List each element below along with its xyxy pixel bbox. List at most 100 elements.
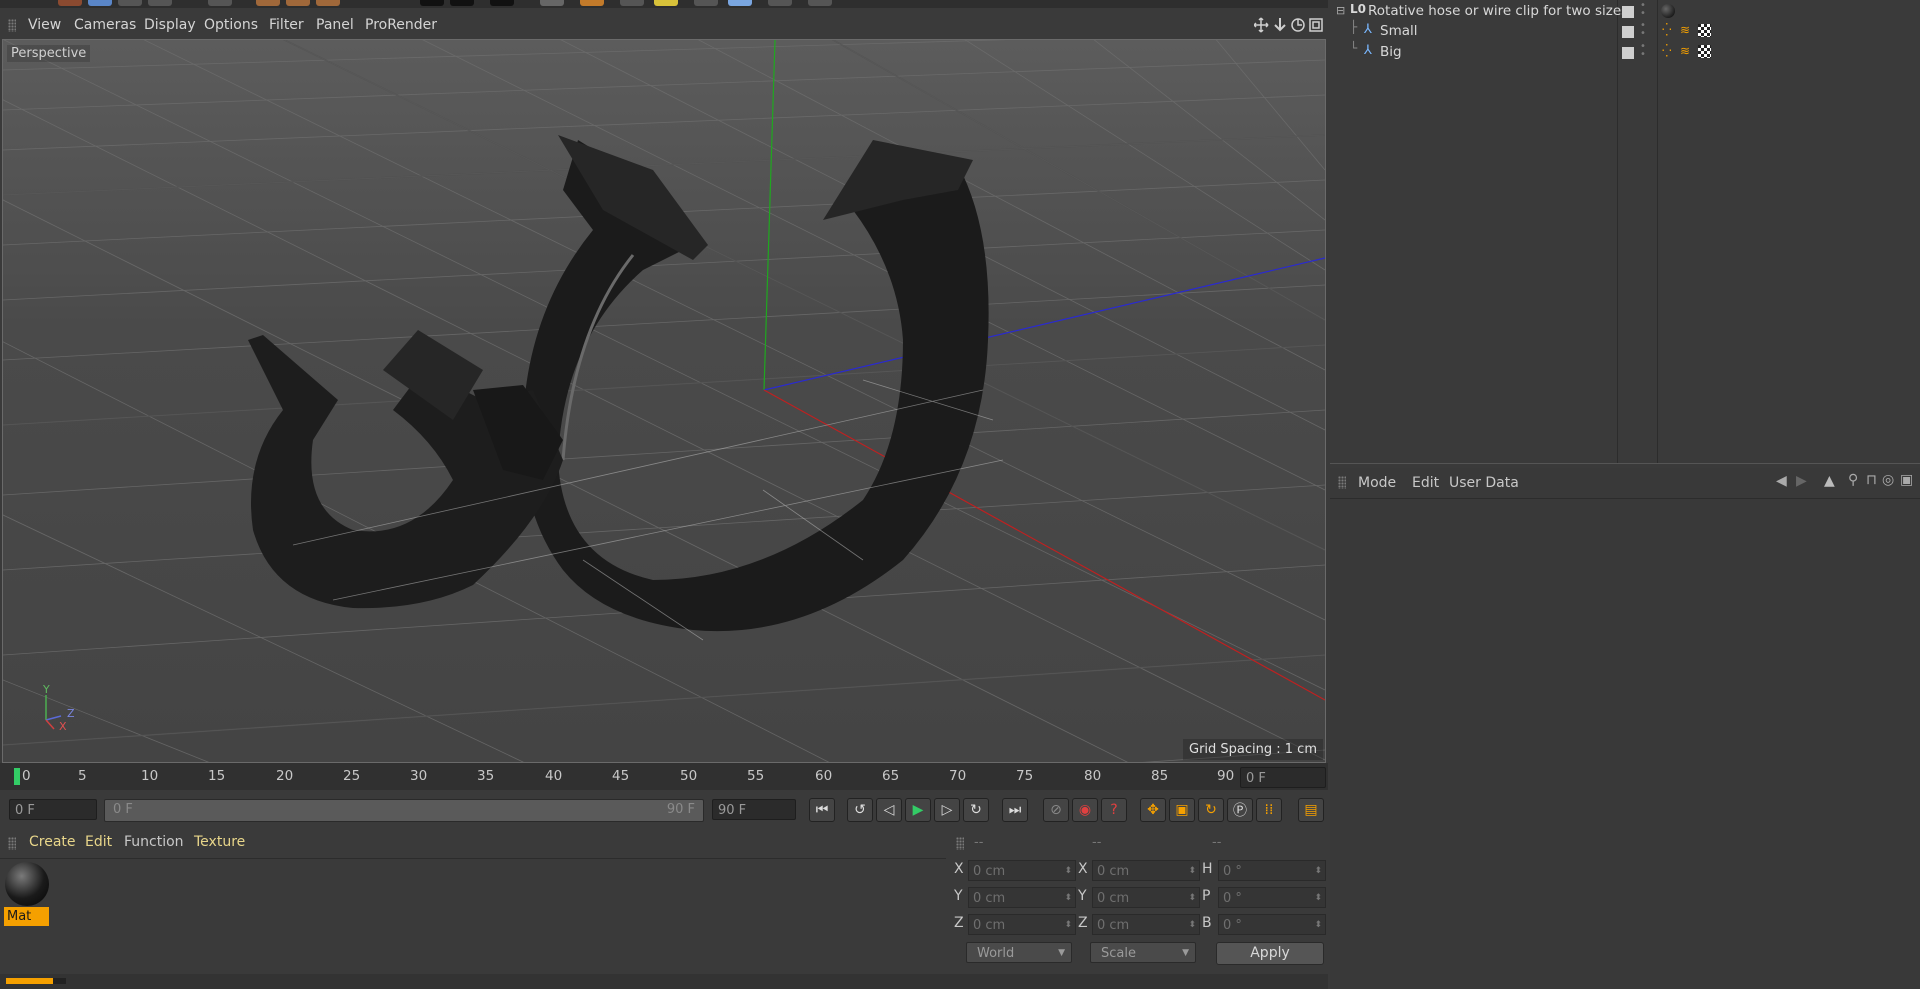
cube-icon[interactable]	[540, 0, 564, 6]
autokey-icon[interactable]: ◉	[1072, 798, 1098, 822]
maximize-view-icon[interactable]	[1309, 18, 1323, 32]
uvw-tag-icon[interactable]: ≋	[1680, 44, 1690, 58]
material-name[interactable]: Mat	[4, 907, 49, 926]
key-scale-icon[interactable]: ▣	[1169, 798, 1195, 822]
size-z-field[interactable]: 0 cm	[1092, 914, 1200, 936]
menu-view[interactable]: View	[28, 17, 61, 33]
floor-icon[interactable]	[728, 0, 752, 6]
menu-edit[interactable]: Edit	[1412, 475, 1439, 491]
deformer-icon[interactable]	[694, 0, 718, 6]
size-x-field[interactable]: 0 cm	[1092, 860, 1200, 882]
current-frame-field[interactable]: 0 F	[1240, 767, 1326, 788]
cloner-icon[interactable]	[654, 0, 678, 6]
timeline-playhead[interactable]	[14, 768, 20, 785]
light-icon[interactable]	[808, 0, 832, 6]
uvw-tag-icon[interactable]: ≋	[1680, 23, 1690, 37]
panel-grip-icon[interactable]	[1338, 476, 1346, 489]
go-to-start-icon[interactable]: ⏮	[809, 798, 835, 822]
scheme-icon[interactable]: ▤	[1298, 798, 1324, 822]
back-arrow-icon[interactable]: ◀	[1776, 473, 1787, 489]
object-name[interactable]: Rotative hose or wire clip for two sizes	[1368, 3, 1628, 19]
material-tag-icon[interactable]	[1661, 4, 1675, 18]
undo-icon[interactable]	[58, 0, 82, 6]
menu-prorender[interactable]: ProRender	[365, 17, 437, 33]
layer-toggle-icon[interactable]	[1622, 6, 1634, 18]
menu-panel[interactable]: Panel	[316, 17, 354, 33]
position-y-field[interactable]: 0 cm	[968, 887, 1076, 909]
panel-grip-icon[interactable]	[8, 837, 16, 850]
menu-filter[interactable]: Filter	[269, 17, 304, 33]
render-settings-icon[interactable]	[490, 0, 514, 6]
menu-cameras[interactable]: Cameras	[74, 17, 136, 33]
next-frame-icon[interactable]: ▷	[934, 798, 960, 822]
next-key-icon[interactable]: ↻	[963, 798, 989, 822]
camera-label[interactable]: Perspective	[7, 45, 91, 62]
rotation-p-field[interactable]: 0 °	[1218, 887, 1326, 909]
key-pla-icon[interactable]: ⁞⁞	[1256, 798, 1282, 822]
y-axis-icon[interactable]	[286, 0, 310, 6]
size-y-field[interactable]: 0 cm	[1092, 887, 1200, 909]
target-icon[interactable]: ◎	[1882, 472, 1894, 488]
new-panel-icon[interactable]: ▣	[1900, 472, 1913, 488]
visibility-dots-icon[interactable]: • •	[1640, 42, 1646, 60]
phong-tag-icon[interactable]: ⁛	[1662, 23, 1672, 37]
object-row-big[interactable]: └ ⅄ Big • • ⁛ ≋	[1330, 41, 1920, 63]
x-axis-icon[interactable]	[256, 0, 280, 6]
lock-icon[interactable]: ⊓	[1866, 472, 1877, 488]
layer-toggle-icon[interactable]	[1622, 26, 1634, 38]
pan-icon[interactable]	[1254, 17, 1269, 33]
previous-key-icon[interactable]: ↺	[847, 798, 873, 822]
key-rotation-icon[interactable]: ↻	[1198, 798, 1224, 822]
texture-tag-icon[interactable]	[1698, 45, 1711, 58]
keyframe-selection-icon[interactable]: ?	[1101, 798, 1127, 822]
menu-function[interactable]: Function	[124, 834, 184, 850]
go-to-end-icon[interactable]: ⏭	[1002, 798, 1028, 822]
timeline-ruler[interactable]: 0 5 10 15 20 25 30 35 40 45 50 55 60 65 …	[0, 763, 1328, 790]
end-frame-field[interactable]: 90 F	[712, 799, 796, 820]
texture-tag-icon[interactable]	[1698, 24, 1711, 37]
pointer-icon[interactable]: ▲	[1824, 473, 1835, 489]
move-icon[interactable]	[118, 0, 142, 6]
pen-icon[interactable]	[580, 0, 604, 6]
record-keys-icon[interactable]: ⊘	[1043, 798, 1069, 822]
menu-texture[interactable]: Texture	[194, 834, 245, 850]
rotate-icon[interactable]	[208, 0, 232, 6]
object-row-root[interactable]: ⊟ L0 Rotative hose or wire clip for two …	[1330, 1, 1920, 22]
material-swatch[interactable]: Mat	[4, 862, 50, 926]
menu-user-data[interactable]: User Data	[1449, 475, 1519, 491]
layer-toggle-icon[interactable]	[1622, 47, 1634, 59]
visibility-dots-icon[interactable]: • •	[1640, 1, 1646, 19]
phong-tag-icon[interactable]: ⁛	[1662, 44, 1672, 58]
z-axis-icon[interactable]	[316, 0, 340, 6]
rotation-b-field[interactable]: 0 °	[1218, 914, 1326, 936]
start-frame-field[interactable]: 0 F	[9, 799, 97, 820]
key-position-icon[interactable]: ✥	[1140, 798, 1166, 822]
render-view-icon[interactable]	[420, 0, 444, 6]
frame-range-slider[interactable]: 0 F 90 F	[104, 799, 704, 822]
rotation-h-field[interactable]: 0 °	[1218, 860, 1326, 882]
panel-grip-icon[interactable]	[8, 19, 16, 32]
search-icon[interactable]: ⚲	[1848, 472, 1858, 488]
render-picture-icon[interactable]	[450, 0, 474, 6]
camera-icon[interactable]	[768, 0, 792, 6]
play-icon[interactable]: ▶	[905, 798, 931, 822]
viewport-3d[interactable]: Perspective Y Z X Grid Spacing : 1 cm	[2, 39, 1326, 763]
zoom-icon[interactable]	[1274, 18, 1286, 32]
panel-grip-icon[interactable]	[956, 837, 964, 850]
scale-icon[interactable]	[148, 0, 172, 6]
coordinate-space-select[interactable]: World ▼	[966, 942, 1072, 963]
previous-frame-icon[interactable]: ◁	[876, 798, 902, 822]
position-z-field[interactable]: 0 cm	[968, 914, 1076, 936]
subdivision-icon[interactable]	[620, 0, 644, 6]
menu-edit[interactable]: Edit	[85, 834, 112, 850]
live-selection-icon[interactable]	[88, 0, 112, 6]
apply-button[interactable]: Apply	[1216, 942, 1324, 965]
position-x-field[interactable]: 0 cm	[968, 860, 1076, 882]
object-row-small[interactable]: ├ ⅄ Small • • ⁛ ≋	[1330, 20, 1920, 42]
menu-options[interactable]: Options	[204, 17, 258, 33]
menu-create[interactable]: Create	[29, 834, 76, 850]
rotate-view-icon[interactable]	[1291, 18, 1305, 32]
collapse-icon[interactable]: ⊟	[1336, 4, 1345, 17]
visibility-dots-icon[interactable]: • •	[1640, 21, 1646, 39]
menu-mode[interactable]: Mode	[1358, 475, 1396, 491]
